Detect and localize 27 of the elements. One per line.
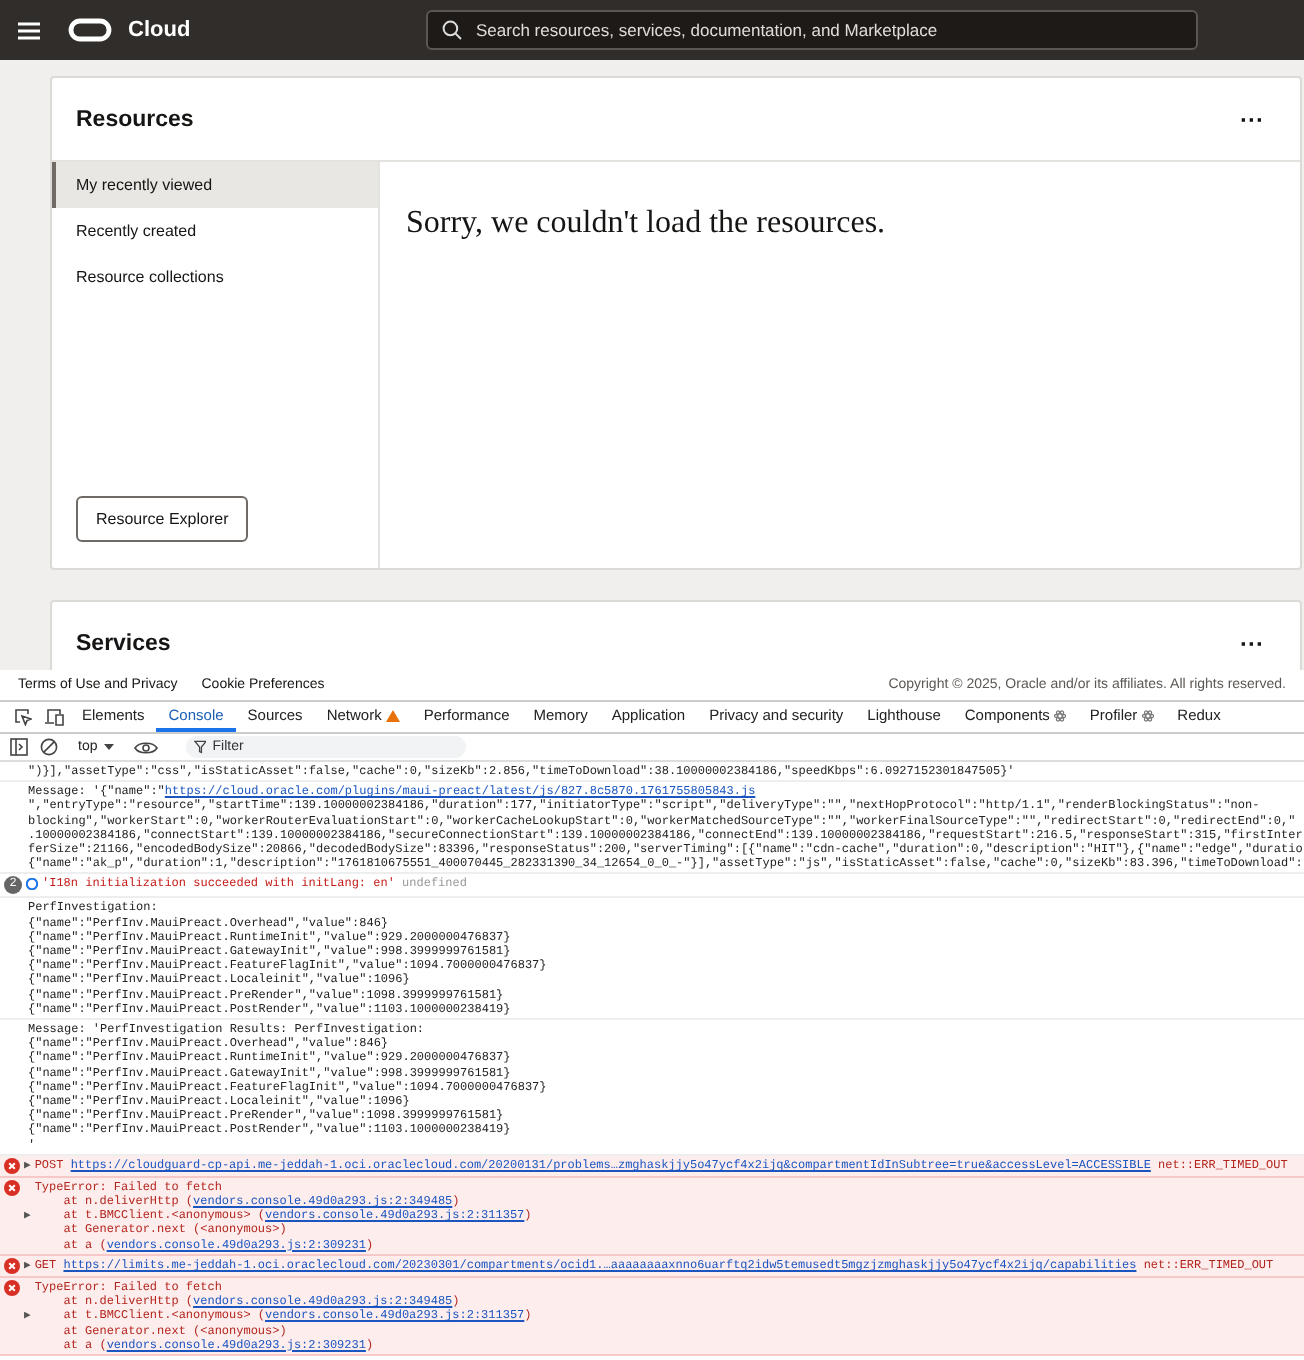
logo-icon xyxy=(68,18,112,42)
error-icon xyxy=(4,1257,20,1274)
more-menu[interactable]: ··· xyxy=(1240,105,1264,133)
card-title: Resources xyxy=(76,107,194,131)
eye-icon[interactable] xyxy=(133,739,158,755)
clear-icon[interactable] xyxy=(40,738,58,756)
menu-icon[interactable] xyxy=(18,21,40,39)
card-title: Services xyxy=(76,631,171,655)
error-icon xyxy=(4,1279,20,1296)
error-message: Sorry, we couldn't load the resources. xyxy=(406,206,888,242)
atom-icon xyxy=(1141,709,1154,721)
error-icon xyxy=(4,1179,20,1196)
search-field[interactable]: Search resources, services, documentation, and Marketplace xyxy=(426,10,1198,50)
brand-name: Cloud xyxy=(128,18,191,42)
device-icon[interactable] xyxy=(44,708,64,726)
resource-explorer-button[interactable]: Resource Explorer xyxy=(76,496,249,542)
filter-icon xyxy=(193,740,207,754)
resource-tab[interactable]: My recently viewed xyxy=(52,162,378,208)
more-menu[interactable]: ··· xyxy=(1240,629,1264,657)
search-input[interactable]: Search resources, services, documentation, and Marketplace xyxy=(476,20,1182,40)
search-icon xyxy=(442,20,462,40)
atom-icon xyxy=(1053,709,1066,721)
info-icon xyxy=(26,878,38,891)
warning-icon xyxy=(385,709,400,721)
caret-icon xyxy=(103,744,114,750)
inspect-icon[interactable] xyxy=(14,708,32,726)
sidebar-icon[interactable] xyxy=(10,738,28,756)
